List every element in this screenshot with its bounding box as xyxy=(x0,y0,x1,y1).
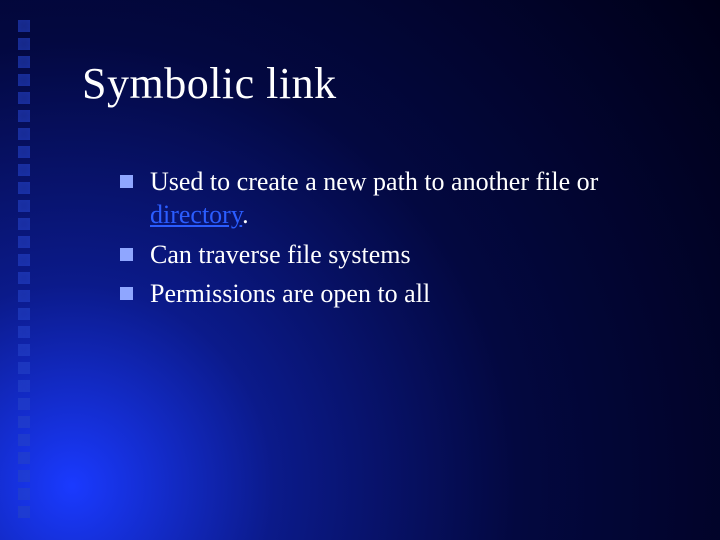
list-item: Permissions are open to all xyxy=(120,277,670,310)
square-icon xyxy=(18,164,30,176)
square-icon xyxy=(18,434,30,446)
square-icon xyxy=(18,56,30,68)
square-icon xyxy=(18,200,30,212)
square-icon xyxy=(18,362,30,374)
hyperlink-text[interactable]: directory xyxy=(150,200,242,229)
bullet-square-icon xyxy=(120,175,133,188)
bullet-text-prefix: Used to create a new path to another fil… xyxy=(150,167,598,196)
square-icon xyxy=(18,344,30,356)
square-icon xyxy=(18,272,30,284)
bullet-text-suffix: . xyxy=(242,200,249,229)
square-icon xyxy=(18,380,30,392)
square-icon xyxy=(18,128,30,140)
square-icon xyxy=(18,398,30,410)
square-icon xyxy=(18,146,30,158)
bullet-square-icon xyxy=(120,287,133,300)
square-icon xyxy=(18,182,30,194)
bullet-text-prefix: Can traverse file systems xyxy=(150,240,411,269)
list-item: Used to create a new path to another fil… xyxy=(120,165,670,232)
bullet-square-icon xyxy=(120,248,133,261)
decorative-squares-column xyxy=(18,20,30,518)
square-icon xyxy=(18,92,30,104)
square-icon xyxy=(18,38,30,50)
square-icon xyxy=(18,308,30,320)
square-icon xyxy=(18,452,30,464)
square-icon xyxy=(18,20,30,32)
square-icon xyxy=(18,254,30,266)
square-icon xyxy=(18,416,30,428)
bullet-text-prefix: Permissions are open to all xyxy=(150,279,430,308)
square-icon xyxy=(18,506,30,518)
slide-body: Used to create a new path to another fil… xyxy=(120,165,670,316)
square-icon xyxy=(18,470,30,482)
slide-title: Symbolic link xyxy=(82,58,337,109)
square-icon xyxy=(18,236,30,248)
square-icon xyxy=(18,290,30,302)
square-icon xyxy=(18,110,30,122)
square-icon xyxy=(18,74,30,86)
list-item: Can traverse file systems xyxy=(120,238,670,271)
square-icon xyxy=(18,218,30,230)
square-icon xyxy=(18,326,30,338)
square-icon xyxy=(18,488,30,500)
slide: Symbolic link Used to create a new path … xyxy=(0,0,720,540)
